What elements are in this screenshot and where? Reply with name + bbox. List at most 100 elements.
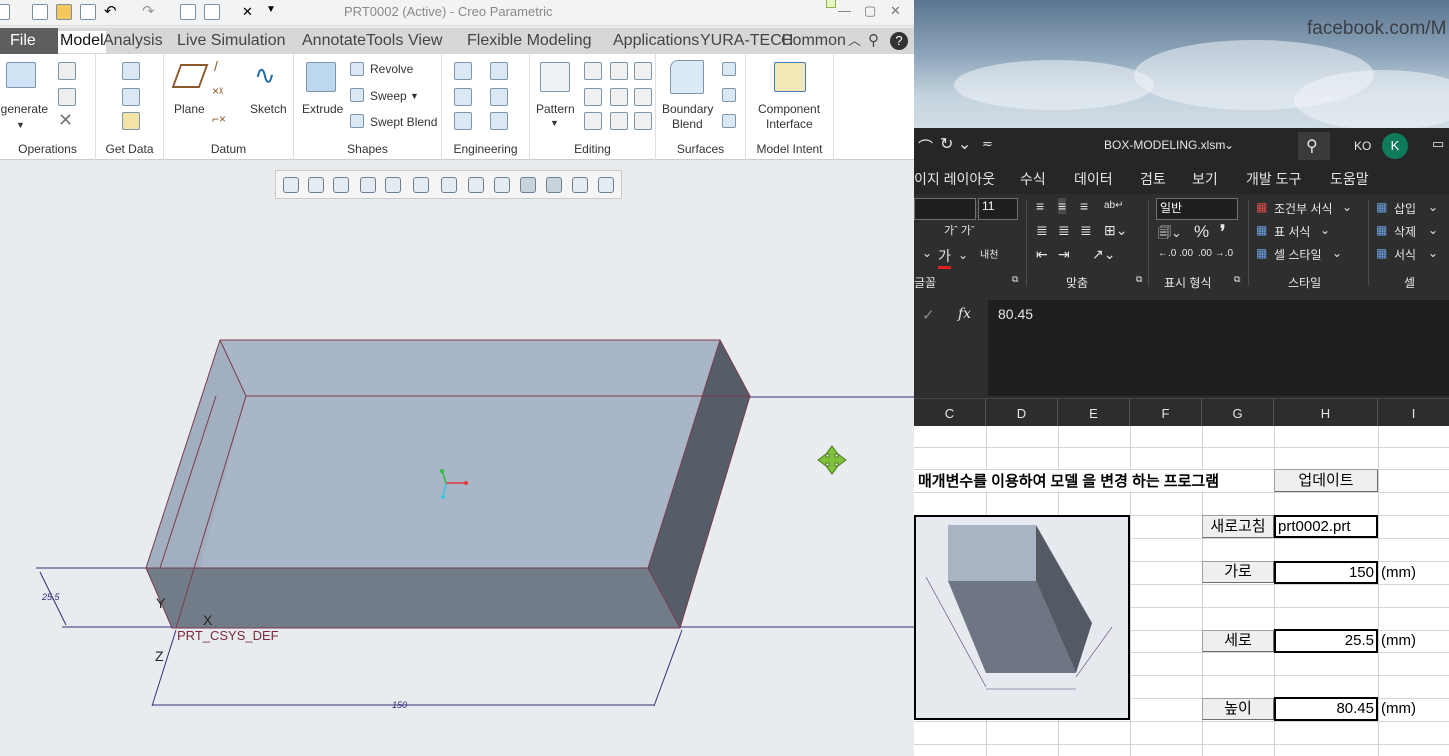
number-dialog-launcher-icon[interactable]: ⧉ — [1234, 274, 1240, 285]
delete-dropdown-icon[interactable]: ⌄ — [1428, 223, 1438, 237]
excel-filename[interactable]: BOX-MODELING.xlsm — [1104, 138, 1225, 152]
tab-data[interactable]: 데이터 — [1074, 169, 1113, 189]
extrude-label[interactable]: Extrude — [302, 102, 343, 116]
shapes-label[interactable]: Shapes — [294, 142, 441, 156]
column-header-h[interactable]: H — [1274, 399, 1378, 427]
update-button[interactable]: 업데이트 — [1274, 469, 1378, 492]
increase-decimal-icon[interactable]: ←.0 .00 — [1158, 248, 1193, 259]
paste-icon[interactable] — [58, 88, 76, 106]
column-header-f[interactable]: F — [1130, 399, 1202, 427]
surfaces-label[interactable]: Surfaces — [656, 142, 745, 156]
user-defined-feature-icon[interactable] — [122, 62, 140, 80]
new-file-icon[interactable] — [32, 4, 48, 20]
sketch-icon[interactable]: ∿ — [254, 60, 276, 91]
mirror-icon[interactable] — [584, 62, 602, 80]
font-color-dropdown-icon[interactable]: ⌄ — [958, 248, 968, 262]
thicken-icon[interactable] — [584, 112, 602, 130]
delete-cells-button[interactable]: 삭제 — [1394, 223, 1416, 240]
phonetic-icon[interactable]: 내천 — [980, 246, 998, 261]
height-value-field[interactable]: 80.45 — [1274, 697, 1378, 721]
height-label-button[interactable]: 높이 — [1202, 698, 1274, 720]
sweep-dropdown-icon[interactable]: ▼ — [410, 91, 419, 101]
column-header-c[interactable]: C — [914, 399, 986, 427]
insert-dropdown-icon[interactable]: ⌄ — [1428, 200, 1438, 214]
project-icon[interactable] — [634, 112, 652, 130]
tab-live-simulation[interactable]: Live Simulation — [175, 31, 288, 53]
freestyle-icon[interactable] — [722, 114, 736, 128]
pattern-dropdown-icon[interactable]: ▼ — [550, 118, 559, 128]
undo-icon[interactable]: ↶ — [104, 2, 120, 20]
column-header-d[interactable]: D — [986, 399, 1058, 427]
engineering-label[interactable]: Engineering — [442, 142, 529, 156]
regenerate-label[interactable]: egenerate — [0, 102, 48, 116]
maximize-icon[interactable]: ▢ — [864, 3, 876, 19]
trim-icon[interactable] — [584, 88, 602, 106]
accounting-format-icon[interactable]: 🗐⌄ — [1158, 224, 1182, 246]
width-value-field[interactable]: 150 — [1274, 561, 1378, 584]
border-dropdown-icon[interactable]: ⌄ — [922, 246, 932, 260]
cell-styles-dropdown-icon[interactable]: ⌄ — [1332, 246, 1342, 260]
percent-icon[interactable]: % — [1194, 222, 1209, 242]
column-header-g[interactable]: G — [1202, 399, 1274, 427]
extend-icon[interactable] — [610, 62, 628, 80]
decrease-indent-icon[interactable]: ⇤ — [1036, 246, 1048, 263]
intersect-icon[interactable] — [634, 88, 652, 106]
search-icon[interactable]: ⚲ — [866, 31, 881, 53]
dimension-width-label[interactable]: 150 — [392, 700, 407, 710]
align-top-icon[interactable]: ≡ — [1036, 198, 1044, 214]
help-square-icon[interactable] — [826, 0, 836, 8]
increase-indent-icon[interactable]: ⇥ — [1058, 246, 1070, 263]
sweep-label[interactable]: Sweep — [370, 89, 407, 103]
shell-icon[interactable] — [490, 88, 508, 106]
datum-label[interactable]: Datum — [164, 142, 293, 156]
rib-icon[interactable] — [490, 112, 508, 130]
fill-icon[interactable] — [722, 62, 736, 76]
filename-dropdown-icon[interactable]: ⌄ — [1224, 138, 1234, 152]
point-icon[interactable]: ×ᵡ — [212, 84, 223, 98]
axis-icon[interactable]: / — [214, 58, 218, 74]
chamfer-icon[interactable] — [454, 88, 472, 106]
depth-label-button[interactable]: 세로 — [1202, 630, 1274, 652]
tab-help[interactable]: 도움말 — [1330, 169, 1369, 189]
plane-icon[interactable] — [171, 64, 209, 88]
avatar[interactable]: K — [1382, 133, 1408, 159]
align-bottom-icon[interactable]: ≡ — [1080, 198, 1088, 214]
extrude-icon[interactable] — [306, 62, 336, 92]
format-table-button[interactable]: 표 서식 — [1274, 223, 1310, 240]
tab-page-layout[interactable]: 이지 레이아웃 — [914, 169, 995, 189]
font-name-box[interactable] — [914, 198, 976, 220]
tab-developer[interactable]: 개발 도구 — [1246, 169, 1301, 189]
alignment-dialog-launcher-icon[interactable]: ⧉ — [1136, 274, 1142, 285]
revolve-icon[interactable] — [350, 62, 364, 76]
merge-center-icon[interactable]: ⊞⌄ — [1104, 222, 1127, 239]
pattern-label[interactable]: Pattern — [536, 102, 575, 116]
revolve-label[interactable]: Revolve — [370, 62, 413, 76]
font-size-box[interactable]: 11 — [978, 198, 1018, 220]
excel-qat-dropdown-icon[interactable]: ≂ — [982, 136, 993, 152]
regenerate-icon[interactable] — [180, 4, 196, 20]
wrap-text-icon[interactable]: ab↵ — [1104, 200, 1124, 211]
depth-value-field[interactable]: 25.5 — [1274, 629, 1378, 653]
align-left-icon[interactable]: ≣ — [1036, 222, 1048, 239]
close-window-icon[interactable]: ✕ — [242, 4, 258, 20]
pattern-icon[interactable] — [540, 62, 570, 92]
ribbon-display-icon[interactable]: ▭ — [1432, 136, 1444, 152]
decrease-decimal-icon[interactable]: .00 →.0 — [1198, 248, 1233, 259]
csys-label[interactable]: PRT_CSYS_DEF — [177, 628, 279, 643]
cell-styles-button[interactable]: 셀 스타일 — [1274, 246, 1322, 263]
orientation-icon[interactable]: ↗⌄ — [1092, 246, 1115, 263]
refresh-button[interactable]: 새로고침 — [1202, 515, 1274, 538]
minimize-icon[interactable]: — — [838, 3, 851, 18]
component-interface-icon[interactable] — [774, 62, 806, 92]
formula-value[interactable]: 80.45 — [998, 306, 1033, 322]
sweep-icon[interactable] — [350, 88, 364, 102]
tab-flexible-modeling[interactable]: Flexible Modeling — [465, 31, 594, 53]
blend-label[interactable]: Blend — [672, 117, 703, 131]
tab-view[interactable]: View — [406, 31, 444, 53]
column-header-e[interactable]: E — [1058, 399, 1130, 427]
boundary-label[interactable]: Boundary — [662, 102, 713, 116]
boundary-blend-icon[interactable] — [670, 60, 704, 94]
tab-formulas[interactable]: 수식 — [1020, 169, 1046, 189]
swept-blend-icon[interactable] — [350, 114, 364, 128]
help-icon[interactable]: ? — [890, 32, 908, 50]
